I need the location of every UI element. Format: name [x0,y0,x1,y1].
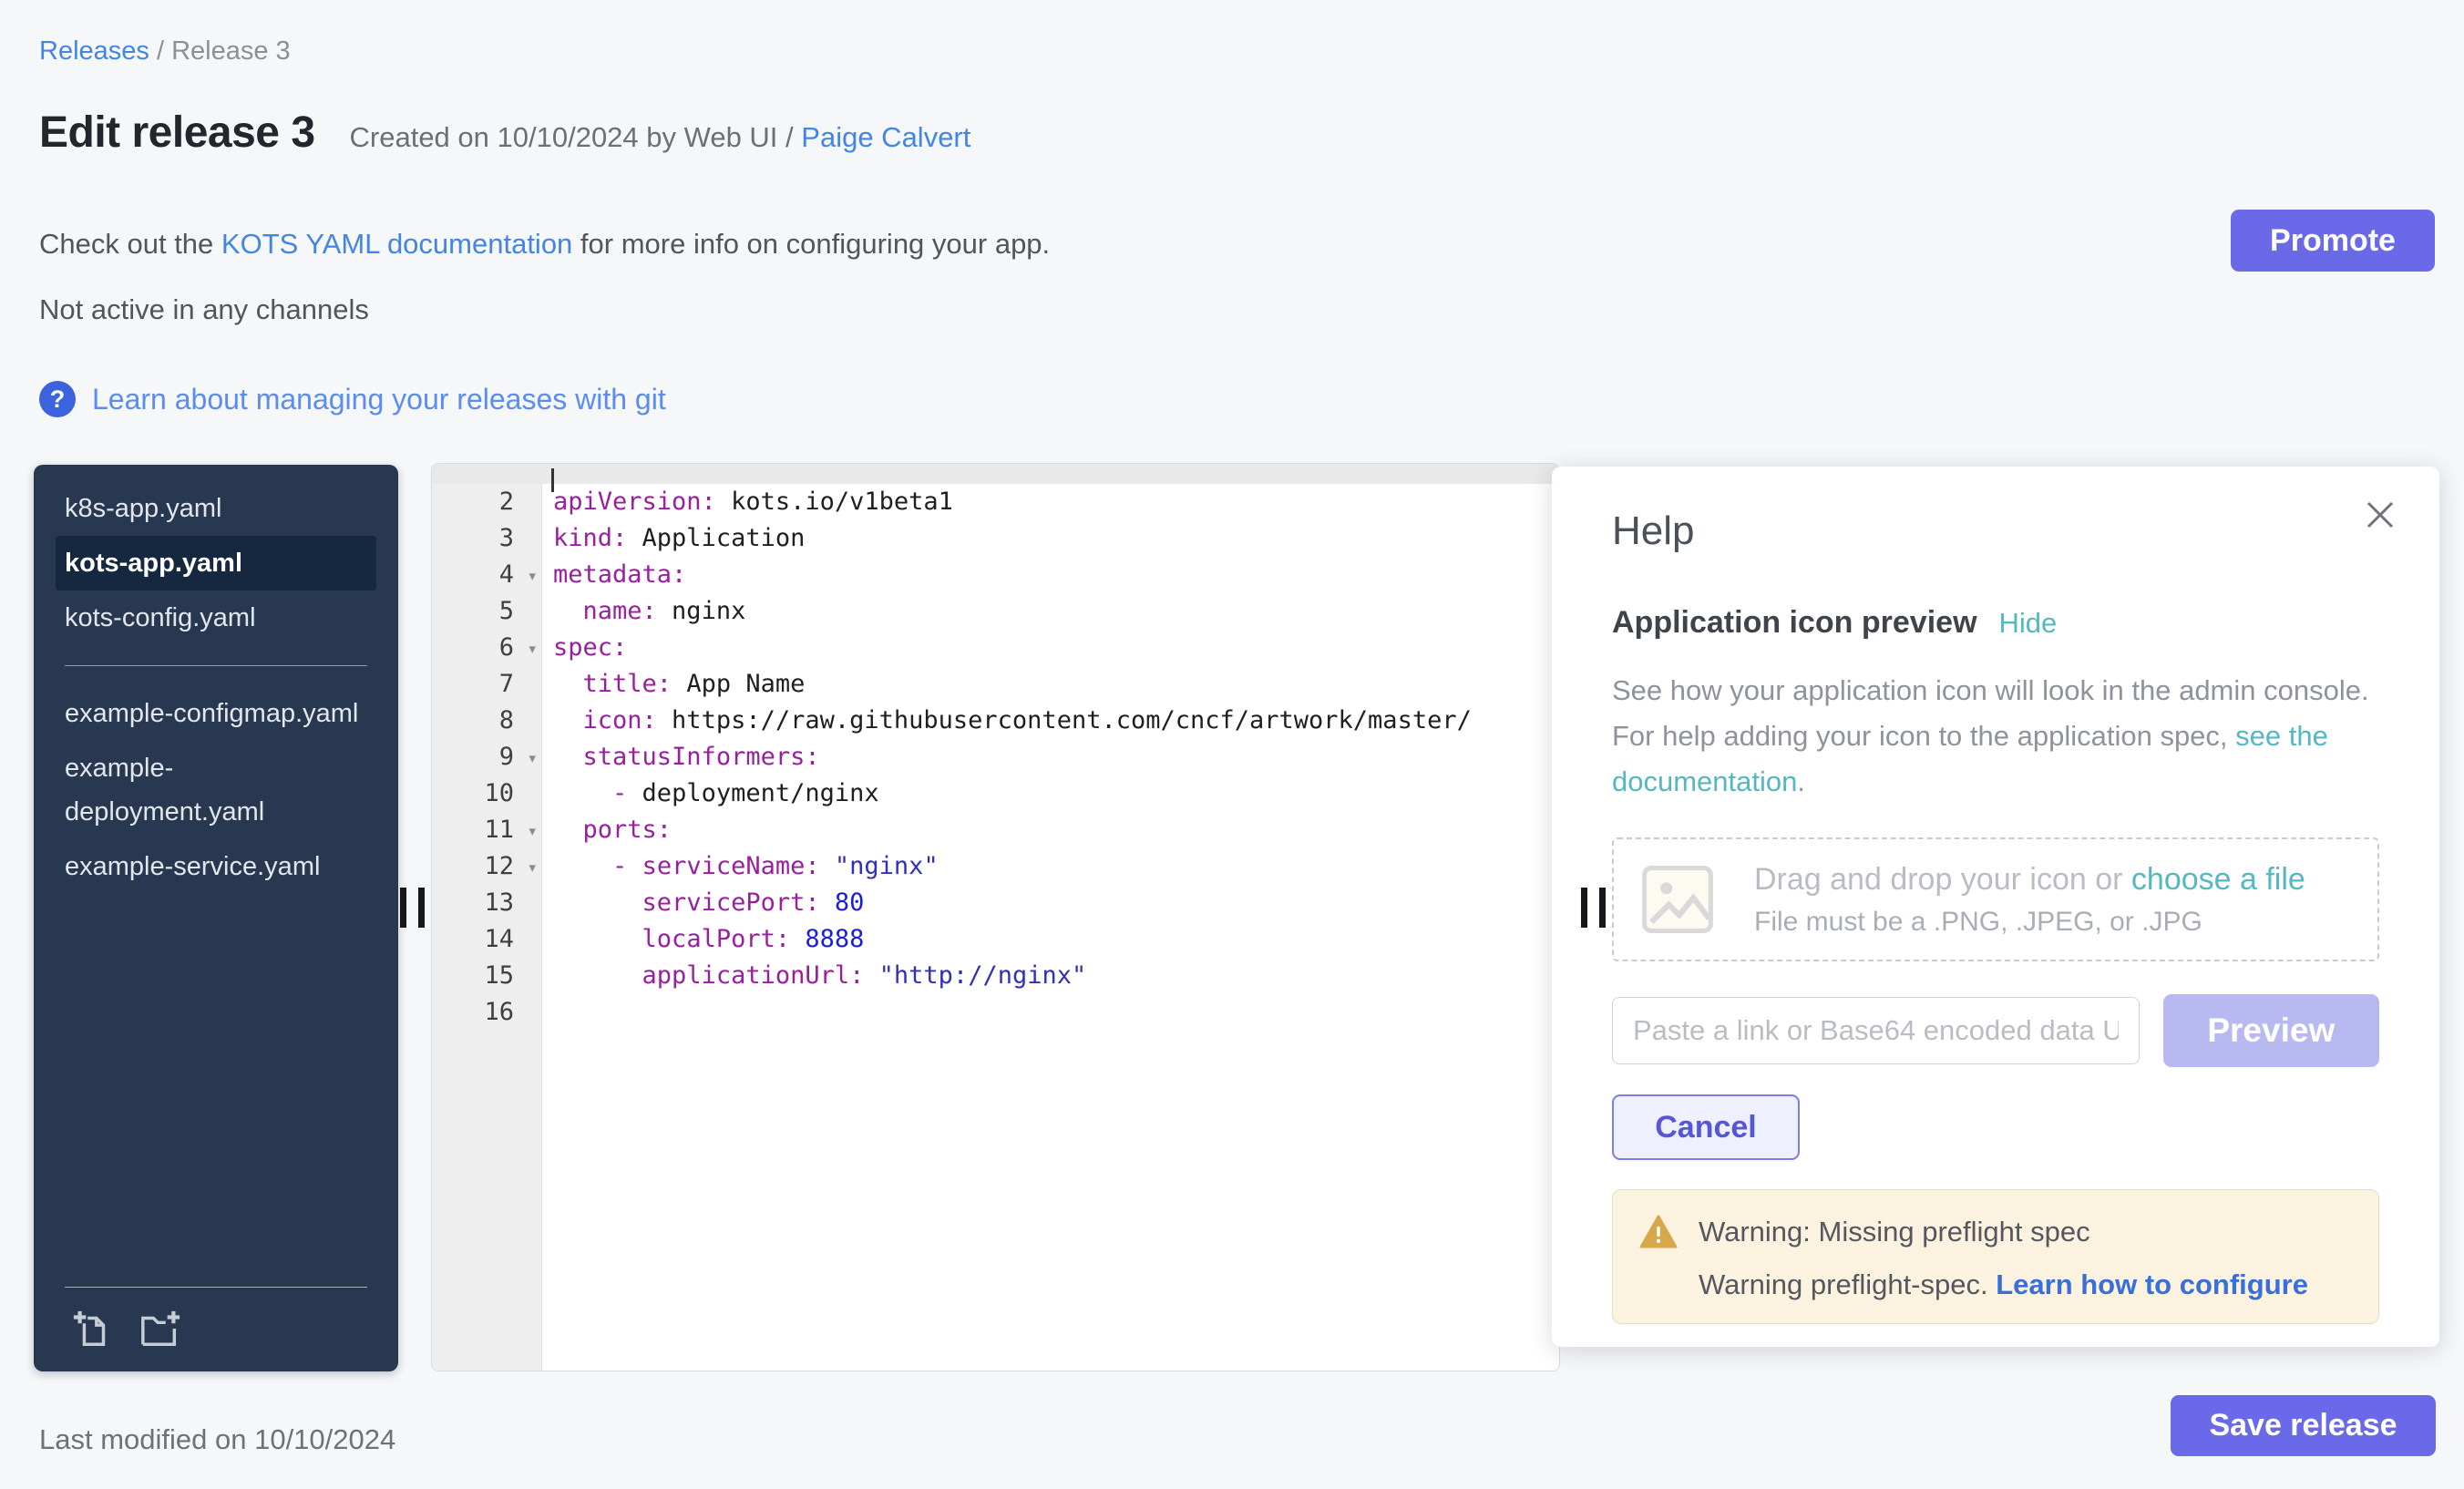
line-number-6: 6▾ [432,630,541,666]
code-line-4[interactable]: metadata: [553,557,1559,593]
warning-detail: Warning preflight-spec. Learn how to con… [1699,1268,2353,1301]
line-number-11: 11▾ [432,812,541,848]
page-title: Edit release 3 [39,108,315,158]
line-number-4: 4▾ [432,557,541,593]
fold-arrow-icon[interactable]: ▾ [528,740,538,776]
code-line-14[interactable]: localPort: 8888 [553,921,1559,958]
warning-title: Warning: Missing preflight spec [1699,1216,2090,1248]
help-body: See how your application icon will look … [1612,668,2396,805]
code-line-12[interactable]: - serviceName: "nginx" [553,848,1559,885]
code-line-9[interactable]: statusInformers: [553,739,1559,775]
editor-top-strip [432,464,1559,484]
sidebar-footer [65,1287,367,1350]
line-number-3: 3 [432,520,541,557]
code-line-16[interactable] [553,994,1559,1031]
fold-arrow-icon[interactable]: ▾ [528,813,538,849]
file-list: k8s-app.yamlkots-app.yamlkots-config.yam… [34,465,398,910]
breadcrumb: Releases / Release 3 [39,36,291,67]
code-line-13[interactable]: servicePort: 80 [553,885,1559,921]
breadcrumb-current: Release 3 [171,36,291,66]
line-number-9: 9▾ [432,739,541,775]
kots-docs-link[interactable]: KOTS YAML documentation [221,228,572,260]
line-number-8: 8 [432,703,541,739]
warning-triangle-icon [1638,1212,1679,1252]
icon-url-input[interactable] [1612,997,2140,1064]
line-number-7: 7 [432,666,541,703]
code-line-6[interactable]: spec: [553,630,1559,666]
channel-status: Not active in any channels [39,293,369,326]
fold-arrow-icon[interactable]: ▾ [528,849,538,886]
line-number-10: 10 [432,775,541,812]
breadcrumb-link-releases[interactable]: Releases [39,36,149,66]
code-line-15[interactable]: applicationUrl: "http://nginx" [553,958,1559,994]
help-body-text-after: . [1797,765,1805,797]
learn-configure-link[interactable]: Learn how to configure [1996,1268,2308,1300]
sidebar-resize-handle[interactable] [400,888,425,928]
cancel-button[interactable]: Cancel [1612,1094,1800,1160]
line-number-5: 5 [432,593,541,630]
dropzone-text: Drag and drop your icon or [1754,862,2131,897]
docs-hint-text-after: for more info on configuring your app. [572,228,1050,260]
code-line-5[interactable]: name: nginx [553,593,1559,630]
line-number-15: 15 [432,958,541,994]
icon-dropzone[interactable]: Drag and drop your icon or choose a file… [1612,837,2379,961]
release-editor-page: Releases / Release 3 Edit release 3 Crea… [0,0,2464,1489]
last-modified-text: Last modified on 10/10/2024 [39,1423,395,1456]
file-item-example-deployment.yaml[interactable]: example-deployment.yaml [56,741,376,839]
line-number-2: 2 [432,484,541,520]
line-number-13: 13 [432,885,541,921]
preview-button[interactable]: Preview [2163,994,2379,1067]
add-file-icon[interactable] [72,1308,114,1350]
promote-button[interactable]: Promote [2231,210,2435,272]
line-number-16: 16 [432,994,541,1031]
created-info: Created on 10/10/2024 by Web UI / Paige … [350,121,971,154]
warning-detail-text: Warning preflight-spec. [1699,1268,1996,1300]
line-numbers: 1234▾56▾789▾1011▾12▾13141516 [432,463,541,1031]
file-sidebar: k8s-app.yamlkots-app.yamlkots-config.yam… [34,465,398,1371]
file-item-example-configmap.yaml[interactable]: example-configmap.yaml [56,686,376,741]
code-line-7[interactable]: title: App Name [553,666,1559,703]
fold-arrow-icon[interactable]: ▾ [528,631,538,667]
save-release-button[interactable]: Save release [2171,1395,2436,1456]
code-line-3[interactable]: kind: Application [553,520,1559,557]
fold-arrow-icon[interactable]: ▾ [528,558,538,594]
file-item-kots-config.yaml[interactable]: kots-config.yaml [56,590,376,645]
git-releases-link[interactable]: Learn about managing your releases with … [92,383,666,416]
close-icon[interactable] [2359,494,2401,536]
created-text: Created on 10/10/2024 by Web UI / [350,121,794,153]
warning-box: Warning: Missing preflight spec Warning … [1612,1189,2379,1324]
image-placeholder-icon [1636,857,1720,941]
dropzone-hint: File must be a .PNG, .JPEG, or .JPG [1754,907,2305,938]
file-list-divider [65,665,367,666]
code-line-10[interactable]: - deployment/nginx [553,775,1559,812]
code-content[interactable]: ---apiVersion: kots.io/v1beta1kind: Appl… [553,463,1559,1031]
line-number-12: 12▾ [432,848,541,885]
help-panel: Help Application icon preview Hide See ho… [1552,467,2439,1347]
file-item-kots-app.yaml[interactable]: kots-app.yaml [56,536,376,590]
author-link[interactable]: Paige Calvert [801,121,970,153]
yaml-editor[interactable]: 1234▾56▾789▾1011▾12▾13141516 ---apiVersi… [431,463,1560,1371]
help-title: Help [1612,508,2439,554]
add-folder-icon[interactable] [139,1308,181,1350]
line-number-14: 14 [432,921,541,958]
docs-hint: Check out the KOTS YAML documentation fo… [39,228,1050,261]
file-item-example-service.yaml[interactable]: example-service.yaml [56,839,376,894]
hide-link[interactable]: Hide [1999,607,2058,639]
docs-hint-text: Check out the [39,228,221,260]
code-line-11[interactable]: ports: [553,812,1559,848]
text-cursor [551,468,554,492]
breadcrumb-separator: / [157,36,164,66]
icon-preview-title: Application icon preview [1612,605,1977,640]
editor-resize-handle[interactable] [1581,888,1606,928]
question-circle-icon: ? [39,381,76,417]
file-item-k8s-app.yaml[interactable]: k8s-app.yaml [56,481,376,536]
code-line-8[interactable]: icon: https://raw.githubusercontent.com/… [553,703,1559,739]
dropzone-label: Drag and drop your icon or choose a file [1754,862,2305,898]
code-line-2[interactable]: apiVersion: kots.io/v1beta1 [553,484,1559,520]
choose-file-link[interactable]: choose a file [2131,862,2305,897]
